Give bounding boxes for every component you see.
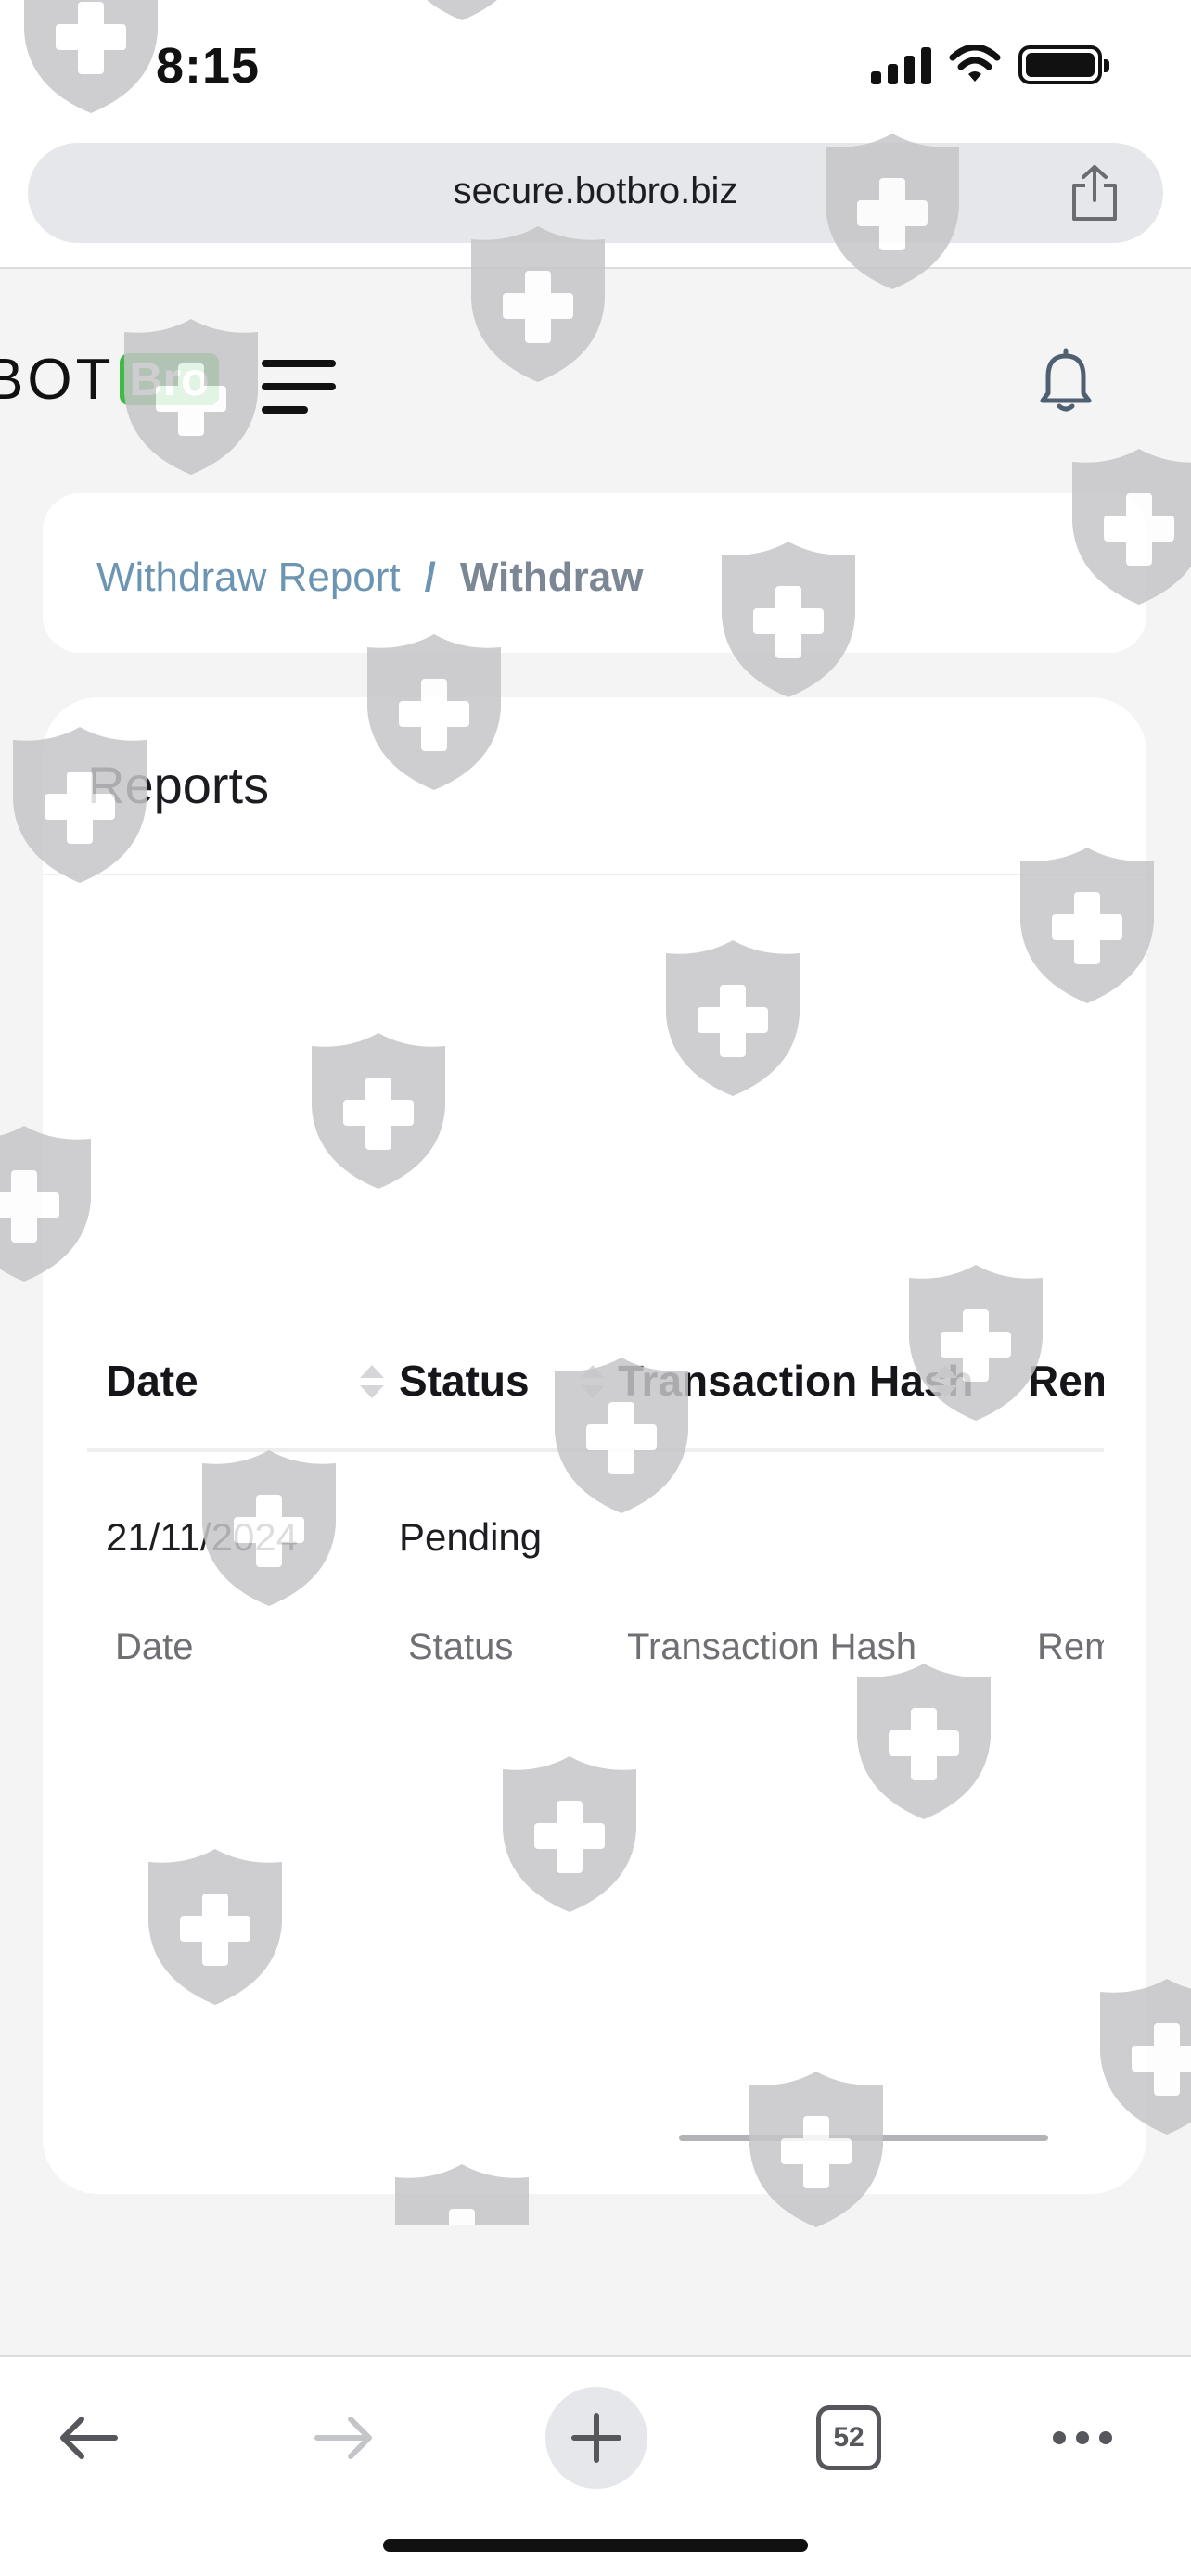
sort-date-icon[interactable] (356, 1361, 388, 1402)
more-dots-icon (1053, 2431, 1112, 2444)
status-time: 8:15 (156, 38, 261, 94)
footer-status: Status (408, 1626, 514, 1667)
status-icons (871, 45, 1109, 85)
reports-title: Reports (87, 756, 270, 814)
breadcrumb-card: Withdraw Report / Withdraw (43, 493, 1146, 653)
sort-hash-icon[interactable] (929, 1361, 961, 1402)
home-indicator (383, 2539, 808, 2552)
column-header-date[interactable]: Date (106, 1356, 198, 1406)
more-button[interactable] (1031, 2387, 1133, 2489)
logo-wordmark: BOT (0, 347, 115, 412)
cell-status: Pending (399, 1515, 543, 1559)
footer-remark: Rem (1037, 1626, 1104, 1667)
site-logo[interactable]: BOT Bro (0, 347, 219, 412)
footer-date: Date (115, 1626, 194, 1667)
browser-page: 8:15 secure.botbro.biz BOT Bro Withdraw … (0, 0, 1191, 2576)
logo-badge: Bro (120, 353, 219, 405)
column-header-remark[interactable]: Rem (1028, 1356, 1104, 1406)
cellular-signal-icon (871, 45, 931, 84)
tabs-button[interactable]: 52 (798, 2387, 900, 2489)
column-header-transaction-hash[interactable]: Transaction Hash (618, 1356, 973, 1406)
withdraw-table: Date Status Transaction Hash Rem 21/11/2… (87, 1328, 1104, 1743)
breadcrumb-separator: / (424, 555, 436, 600)
arrow-right-icon (314, 2417, 372, 2459)
plus-icon (571, 2413, 621, 2463)
url-text: secure.botbro.biz (453, 171, 738, 211)
footer-transaction-hash: Transaction Hash (627, 1626, 916, 1667)
status-bar: 8:15 (0, 0, 1191, 139)
reports-card: Reports Date Status Transaction Hash Rem… (43, 697, 1146, 2194)
table-header: Date Status Transaction Hash Rem (87, 1328, 1104, 1452)
address-bar[interactable]: secure.botbro.biz (28, 143, 1163, 243)
tab-count: 52 (816, 2405, 881, 2470)
column-header-status[interactable]: Status (399, 1356, 530, 1406)
wifi-icon (949, 45, 1001, 82)
share-icon[interactable] (1067, 163, 1122, 223)
menu-icon[interactable] (262, 360, 336, 421)
breadcrumb: Withdraw Report / Withdraw (96, 555, 644, 601)
battery-icon (1018, 45, 1109, 84)
table-row: 21/11/2024 Pending (87, 1452, 1104, 1623)
sort-status-icon[interactable] (577, 1361, 608, 1402)
forward-button[interactable] (293, 2387, 395, 2489)
breadcrumb-withdraw-report[interactable]: Withdraw Report (96, 555, 401, 601)
back-button[interactable] (37, 2387, 139, 2489)
title-divider (43, 874, 1146, 875)
cell-date: 21/11/2024 (106, 1515, 299, 1559)
horizontal-scrollbar[interactable] (679, 2135, 1048, 2141)
notification-bell-icon[interactable] (1037, 345, 1095, 414)
new-tab-button[interactable] (545, 2387, 647, 2489)
address-bar-row: secure.botbro.biz (0, 139, 1191, 269)
breadcrumb-current: Withdraw (459, 555, 644, 600)
arrow-left-icon (60, 2417, 118, 2459)
table-footer: Date Status Transaction Hash Rem (87, 1623, 1104, 1743)
